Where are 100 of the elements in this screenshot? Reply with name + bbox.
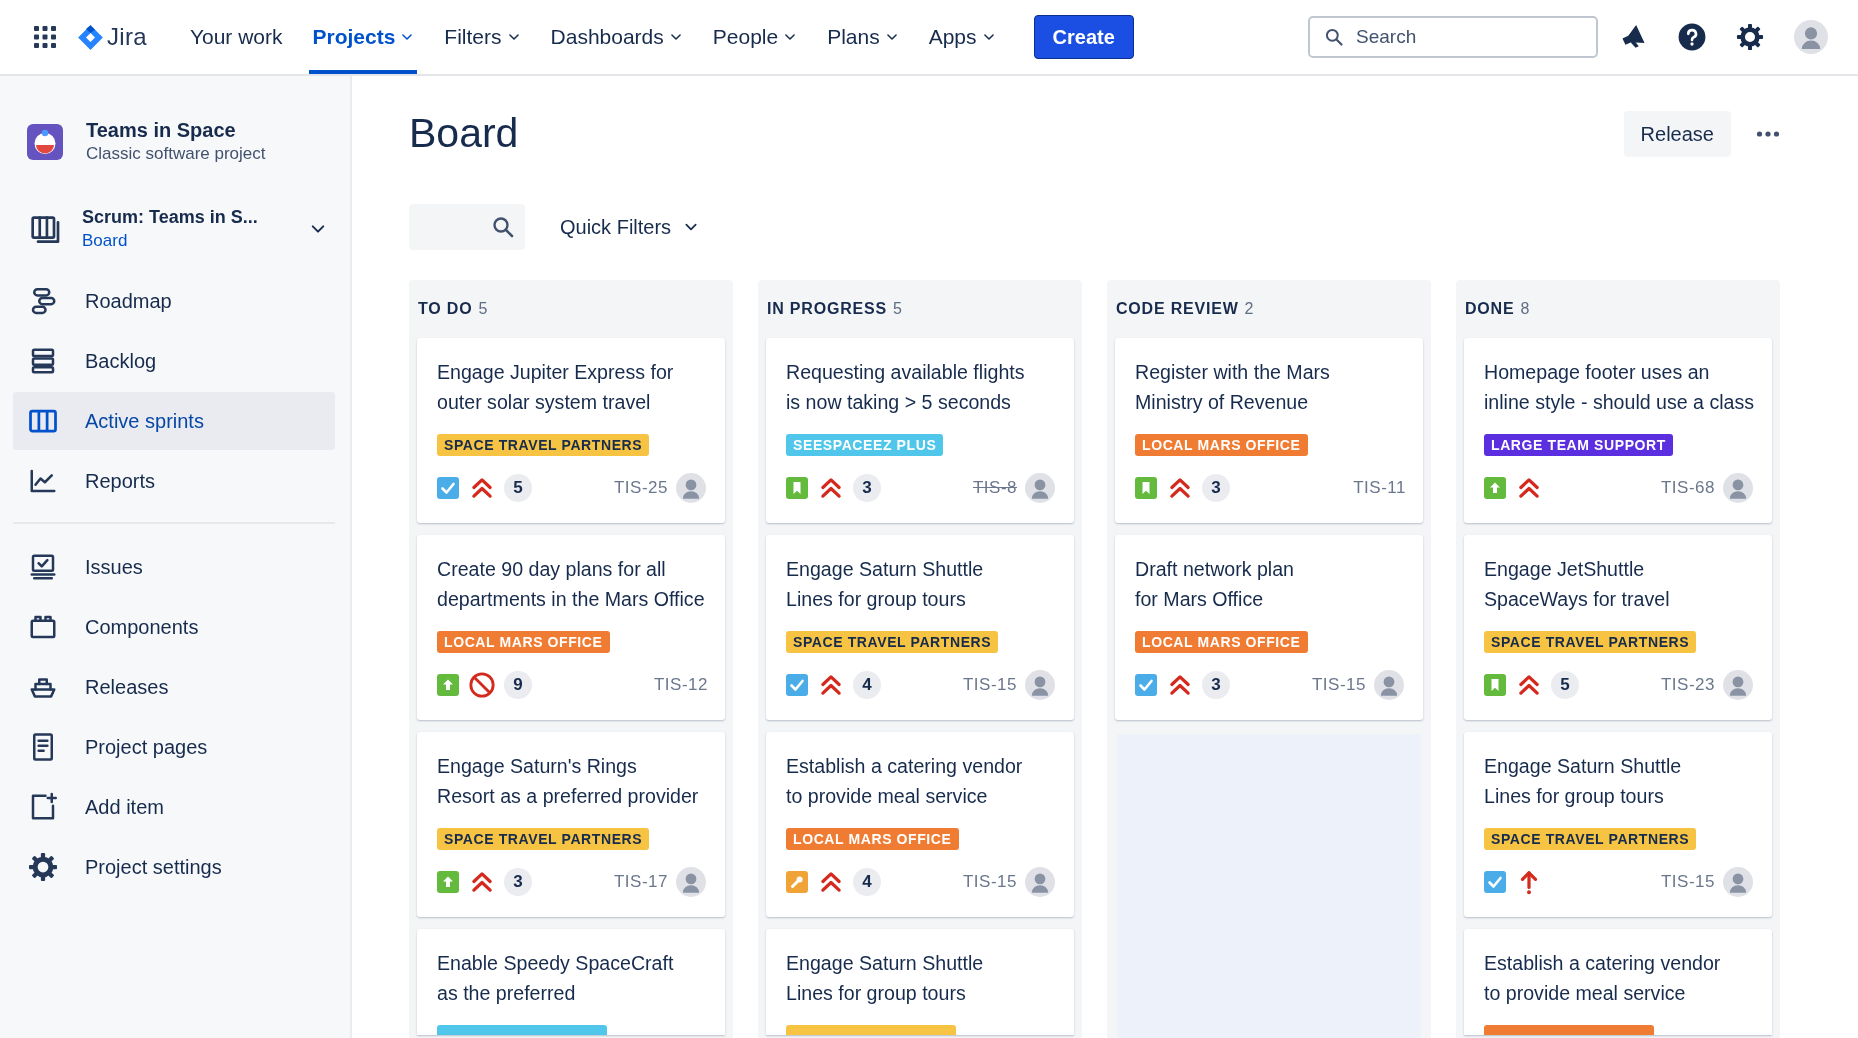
card-title: Engage Saturn Shuttle Lines for group tours (1484, 754, 1683, 809)
check-square-icon (1135, 674, 1157, 696)
story-points: 4 (853, 868, 881, 896)
product-name[interactable]: Jira (107, 19, 147, 55)
board-search-field[interactable] (409, 204, 525, 250)
check-square-icon (437, 477, 459, 499)
issue-key[interactable]: TIS-15 (1311, 672, 1366, 698)
issue-key[interactable]: TIS-11 (1353, 475, 1406, 501)
issue-card[interactable]: Engage Saturn Shuttle Lines for group tours (766, 929, 1074, 1035)
issue-count: 8 (1520, 299, 1531, 319)
issue-key[interactable]: TIS-8 (972, 475, 1017, 501)
double-chevron-up-icon (1167, 475, 1193, 501)
label-tag: SPACE TRAVEL PARTNERS (437, 828, 650, 850)
double-chevron-up-icon (469, 475, 495, 501)
story-points: 5 (504, 474, 532, 502)
app-switcher-icon[interactable] (33, 25, 57, 49)
issue-card[interactable]: Homepage footer uses an inline style - should use a class LARGE TEAM SUPPORT TIS-68 (1464, 338, 1772, 523)
issues-icon (28, 552, 58, 582)
card-title: Engage JetShuttle SpaceWays for travel (1484, 557, 1671, 612)
label-tag: LOCAL MARS OFFICE (1135, 434, 1308, 456)
column-title: TO DO (418, 299, 473, 319)
issue-key[interactable]: TIS-25 (613, 475, 668, 501)
board-icon[interactable] (30, 213, 62, 245)
issue-card[interactable]: Enable Speedy SpaceCraft as the preferred (417, 929, 725, 1035)
project-name[interactable]: Teams in Space (86, 118, 266, 144)
issue-key[interactable]: TIS-23 (1660, 672, 1715, 698)
wrench-icon (786, 871, 808, 893)
card-title: Draft network plan for Mars Office (1135, 557, 1295, 612)
sidebar-item[interactable]: Issues (13, 538, 335, 596)
card-title: Create 90 day plans for all departments in the Mars Office (437, 557, 706, 612)
search-icon (491, 215, 515, 239)
sidebar-item[interactable]: Project settings (13, 838, 335, 896)
issue-card[interactable]: Register with the Mars Ministry of Revenue LOCAL MARS OFFICE 3 TIS-11 (1115, 338, 1423, 523)
issue-key[interactable]: TIS-15 (962, 672, 1017, 698)
issue-key[interactable]: TIS-68 (1660, 475, 1715, 501)
create-button[interactable]: Create (1033, 15, 1134, 59)
card-title: Establish a catering vendor to provide meal service (786, 754, 1024, 809)
label-tag: SPACE TRAVEL PARTNERS (1484, 828, 1697, 850)
story-points: 3 (853, 474, 881, 502)
story-points: 3 (1202, 474, 1230, 502)
board-name[interactable]: Scrum: Teams in S... (82, 206, 258, 230)
sidebar-item[interactable]: Backlog (13, 332, 335, 390)
double-chevron-up-icon (1516, 475, 1542, 501)
sidebar-item[interactable]: Reports (13, 452, 335, 510)
issue-card[interactable]: Requesting available flights is now taking > 5 seconds SEESPACEEZ PLUS 3 TIS-8 (766, 338, 1074, 523)
logo-icon[interactable] (77, 23, 104, 51)
issue-card[interactable]: Create 90 day plans for all departments in the Mars Office LOCAL MARS OFFICE 9 TIS-12 (417, 535, 725, 720)
issue-card[interactable]: Establish a catering vendor to provide meal service LOCAL MARS OFFICE 4 TIS-15 (766, 732, 1074, 917)
issue-key[interactable]: TIS-17 (613, 869, 668, 895)
label-tag: LARGE TEAM SUPPORT (1484, 434, 1673, 456)
issue-card[interactable]: Engage JetShuttle SpaceWays for travel SPACE TRAVEL PARTNERS 5 TIS-23 (1464, 535, 1772, 720)
issue-card[interactable]: Engage Saturn's Rings Resort as a preferred provider SPACE TRAVEL PARTNERS 3 TIS-17 (417, 732, 725, 917)
sidebar-item[interactable]: Add item (13, 778, 335, 836)
avatar-icon[interactable] (1794, 20, 1828, 54)
card-title: Engage Saturn's Rings Resort as a preferred provider (437, 754, 700, 809)
check-square-icon (786, 674, 808, 696)
bookmark-icon (1484, 674, 1506, 696)
nav-menu-item[interactable]: Dashboards (547, 0, 686, 74)
project-type: Classic software project (86, 143, 266, 166)
nav-menu-item[interactable]: Your work (186, 0, 286, 74)
issue-card[interactable]: Engage Saturn Shuttle Lines for group tours SPACE TRAVEL PARTNERS 4 TIS-15 (766, 535, 1074, 720)
search-field[interactable]: Search (1308, 16, 1598, 58)
card-title: Engage Saturn Shuttle Lines for group tours (786, 557, 985, 612)
sidebar-item[interactable]: Components (13, 598, 335, 656)
label-tag: LOCAL MARS OFFICE (1135, 631, 1308, 653)
column-title: IN PROGRESS (767, 299, 887, 319)
sidebar-item[interactable]: Releases (13, 658, 335, 716)
double-chevron-up-icon (469, 869, 495, 895)
nav-menu-item[interactable]: Apps (925, 0, 999, 74)
label-tag: LOCAL MARS OFFICE (786, 828, 959, 850)
issue-key[interactable]: TIS-15 (962, 869, 1017, 895)
quick-filters-dropdown[interactable]: Quick Filters (560, 212, 700, 242)
settings-icon[interactable] (1736, 23, 1764, 51)
issue-card[interactable]: Establish a catering vendor to provide meal service (1464, 929, 1772, 1035)
issue-card[interactable]: Draft network plan for Mars Office LOCAL MARS OFFICE 3 TIS-15 (1115, 535, 1423, 720)
label-tag: SPACE TRAVEL PARTNERS (437, 434, 650, 456)
label-tag: SEESPACEEZ PLUS (786, 434, 944, 456)
card-title: Establish a catering vendor to provide meal service (1484, 951, 1722, 1006)
nav-menu-item[interactable]: Plans (824, 0, 902, 74)
double-chevron-up-icon (818, 869, 844, 895)
issue-card[interactable]: Engage Saturn Shuttle Lines for group tours SPACE TRAVEL PARTNERS TIS-15 (1464, 732, 1772, 917)
card-title: Enable Speedy SpaceCraft as the preferred (437, 951, 675, 1006)
help-icon[interactable] (1678, 23, 1706, 51)
bookmark-icon (786, 477, 808, 499)
sidebar-item[interactable]: Roadmap (13, 272, 335, 330)
double-chevron-up-icon (818, 672, 844, 698)
double-chevron-up-icon (818, 475, 844, 501)
nav-menu-item[interactable]: People (709, 0, 801, 74)
project-avatar-icon[interactable] (27, 124, 63, 160)
release-button[interactable]: Release (1623, 110, 1731, 157)
issue-count: 2 (1244, 299, 1255, 319)
issue-key[interactable]: TIS-12 (653, 672, 708, 698)
sidebar-item[interactable]: Active sprints (13, 392, 335, 450)
bookmark-icon (1135, 477, 1157, 499)
issue-card[interactable]: Engage Jupiter Express for outer solar system travel SPACE TRAVEL PARTNERS 5 TIS-25 (417, 338, 725, 523)
issue-key[interactable]: TIS-15 (1660, 869, 1715, 895)
label-tag: LOCAL MARS OFFICE (437, 631, 610, 653)
sidebar-item[interactable]: Project pages (13, 718, 335, 776)
nav-menu-item[interactable]: Filters (441, 0, 524, 74)
issue-count: 5 (478, 299, 489, 319)
